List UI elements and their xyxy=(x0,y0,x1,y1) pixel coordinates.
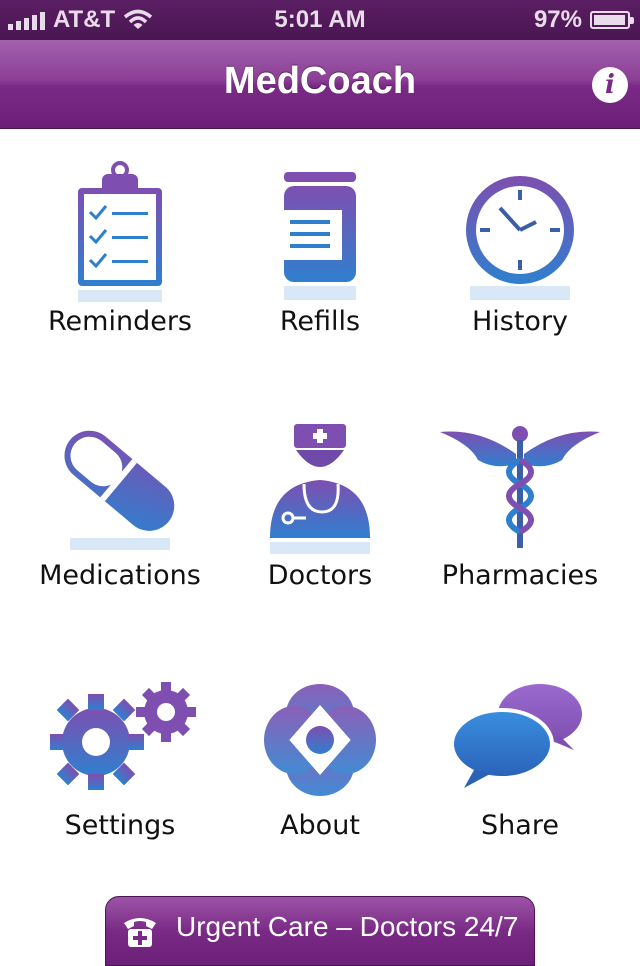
history-button[interactable]: History xyxy=(420,160,620,360)
nav-bar: MedCoach i xyxy=(0,40,640,129)
battery-percent: 97% xyxy=(533,6,582,33)
caduceus-icon xyxy=(440,426,600,548)
about-label: About xyxy=(280,810,360,841)
clock-icon xyxy=(466,176,574,300)
refills-button[interactable]: Refills xyxy=(220,160,420,360)
doctors-label: Doctors xyxy=(267,560,373,591)
battery-icon xyxy=(590,11,634,29)
medications-label: Medications xyxy=(39,560,201,591)
reminders-button[interactable]: Reminders xyxy=(20,160,220,360)
capsule-icon xyxy=(64,430,175,550)
doctor-icon xyxy=(270,424,370,554)
share-label: Share xyxy=(481,810,559,841)
about-button[interactable]: About xyxy=(220,680,420,880)
doctors-button[interactable]: Doctors xyxy=(220,420,420,620)
settings-label: Settings xyxy=(64,810,176,841)
settings-button[interactable]: Settings xyxy=(20,680,220,880)
status-bar: AT&T 5:01 AM 97% xyxy=(0,0,640,40)
speech-bubbles-icon xyxy=(450,684,582,788)
urgent-care-label: Urgent Care – Doctors 24/7 xyxy=(176,911,519,942)
medications-button[interactable]: Medications xyxy=(20,420,220,620)
page-title: MedCoach xyxy=(223,60,417,102)
share-button[interactable]: Share xyxy=(420,680,620,880)
history-label: History xyxy=(471,306,569,337)
battery-fill xyxy=(594,15,626,25)
pill-bottle-icon xyxy=(284,172,356,300)
reminders-label: Reminders xyxy=(48,306,192,337)
refills-label: Refills xyxy=(279,306,361,337)
phone-cross-icon xyxy=(124,918,156,947)
pharmacies-label: Pharmacies xyxy=(441,560,599,591)
urgent-care-button[interactable]: Urgent Care – Doctors 24/7 xyxy=(105,896,535,966)
pharmacies-button[interactable]: Pharmacies xyxy=(420,420,620,620)
clipboard-checklist-icon xyxy=(78,161,162,302)
gears-icon xyxy=(50,682,196,790)
status-right: 97% xyxy=(533,6,634,34)
flower-logo-icon xyxy=(264,684,376,796)
info-icon[interactable]: i xyxy=(592,67,628,103)
